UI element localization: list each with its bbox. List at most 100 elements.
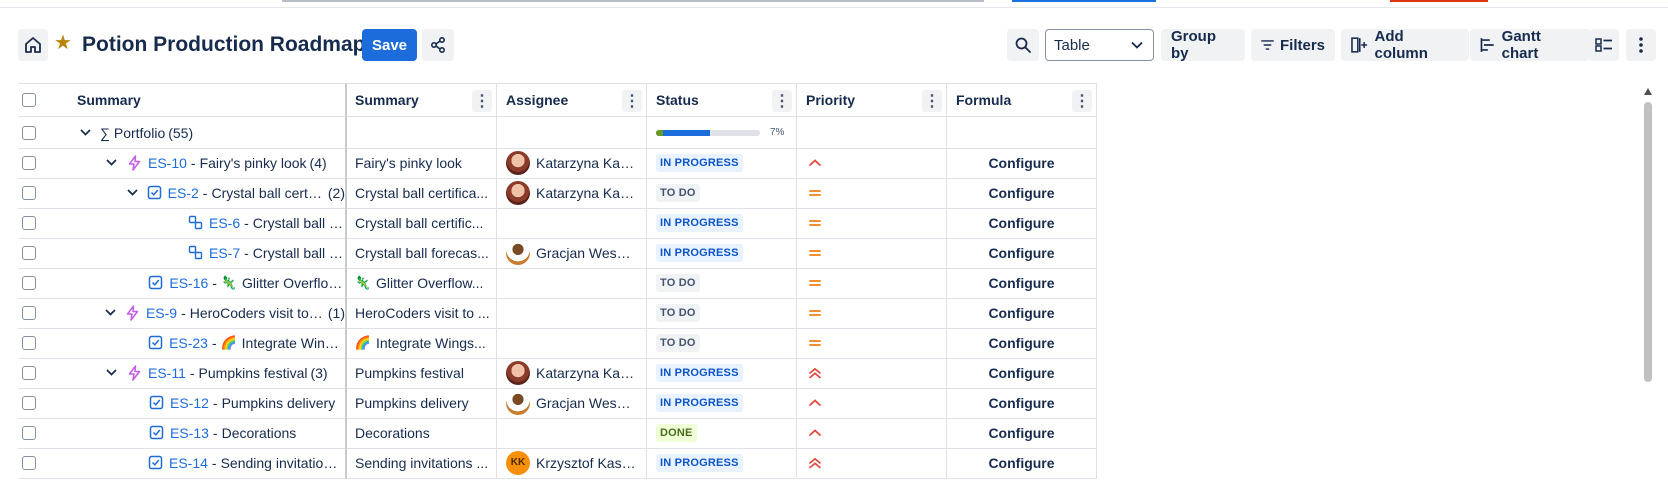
assignee-cell[interactable]: Gracjan Wesoł... [497,387,647,419]
table-row[interactable]: ES-16- 🦎 Glitter Overflow... 🦎 Glitter Overf… [18,267,1097,299]
table-row[interactable]: ES-14- Sending invitations ... Sending inv… [18,447,1097,479]
row-checkbox[interactable] [22,155,36,170]
assignee-cell[interactable]: Katarzyna Kars... [497,147,647,179]
filters-button[interactable]: Filters [1251,29,1335,61]
home-button[interactable] [18,29,48,61]
assignee-cell[interactable] [497,297,647,329]
summary-cell[interactable]: Sending invitations ... [347,447,497,479]
summary-cell[interactable]: Fairy's pinky look [347,147,497,179]
issue-title[interactable]: Crystal ball certific... [211,185,324,201]
table-row[interactable]: ES-7-Crystall ball forec...Crystall ball… [18,237,1097,269]
scroll-up-icon[interactable] [1644,88,1652,95]
row-checkbox[interactable] [22,395,36,410]
row-checkbox[interactable] [22,245,36,260]
status-cell[interactable]: IN PROGRESS [647,237,797,269]
issue-title[interactable]: Fairy's pinky look [200,155,307,171]
chevron-down-icon[interactable] [104,159,118,166]
status-cell[interactable]: TO DO [647,327,797,359]
priority-cell[interactable] [797,297,947,329]
issue-key-link[interactable]: ES-11 [148,365,186,381]
issue-key-link[interactable]: ES-23 [169,335,208,351]
issue-key-link[interactable]: ES-2 [168,185,199,201]
priority-cell[interactable] [797,417,947,449]
issue-title[interactable]: HeroCoders visit to th... [190,305,325,321]
portfolio-row[interactable]: ∑ Portfolio (55) 7% [18,117,1097,149]
column-header-priority[interactable]: Priority ⋮ [797,83,947,117]
configure-link[interactable]: Configure [988,245,1054,261]
table-row[interactable]: ES-13- Decorations Decorations DONE Configur… [18,417,1097,449]
status-cell[interactable]: IN PROGRESS [647,147,797,179]
configure-link[interactable]: Configure [988,305,1054,321]
group-by-button[interactable]: Group by [1161,28,1245,62]
status-cell[interactable]: TO DO [647,297,797,329]
table-row[interactable]: ES-9- HeroCoders visit to th... (1) HeroCod… [18,297,1097,329]
priority-cell[interactable] [797,357,947,389]
assignee-cell[interactable] [497,267,647,299]
chevron-down-icon[interactable] [104,309,117,316]
issue-title[interactable]: Integrate Wings... [242,335,345,351]
column-menu-icon[interactable]: ⋮ [1072,90,1092,112]
issue-key-link[interactable]: ES-7 [209,245,240,261]
summary-cell[interactable]: HeroCoders visit to ... [347,297,497,329]
issue-key-link[interactable]: ES-6 [209,215,240,231]
chevron-down-icon[interactable] [126,189,139,196]
chevron-down-icon[interactable] [104,369,118,376]
issue-title[interactable]: Crystall ball certif... [253,215,345,231]
share-button[interactable] [422,29,454,61]
column-menu-icon[interactable]: ⋮ [472,90,492,112]
row-checkbox[interactable] [22,455,36,470]
priority-cell[interactable] [797,387,947,419]
view-settings-button[interactable] [1589,29,1619,61]
column-header-assignee[interactable]: Assignee ⋮ [497,83,647,117]
formula-cell[interactable]: Configure [947,147,1097,179]
table-row[interactable]: ES-11- Pumpkins festival (3) Pumpkins festi… [18,357,1097,389]
column-header-summary[interactable]: Summary [40,83,347,117]
assignee-cell[interactable] [497,417,647,449]
save-button[interactable]: Save [362,29,417,61]
issue-key-link[interactable]: ES-14 [169,455,208,471]
assignee-cell[interactable]: Katarzyna Kars... [497,357,647,389]
select-all-checkbox[interactable] [22,93,36,107]
configure-link[interactable]: Configure [988,425,1054,441]
issue-title[interactable]: Pumpkins festival [199,365,308,381]
priority-cell[interactable] [797,237,947,269]
issue-title[interactable]: Crystall ball forec... [253,245,345,261]
configure-link[interactable]: Configure [988,155,1054,171]
configure-link[interactable]: Configure [988,365,1054,381]
table-row[interactable]: ES-6-Crystall ball certif...Crystall bal… [18,207,1097,239]
assignee-cell[interactable] [497,327,647,359]
summary-cell[interactable]: Decorations [347,417,497,449]
summary-cell[interactable]: 🦎 Glitter Overflow... [347,267,497,299]
issue-title[interactable]: Pumpkins delivery [222,395,336,411]
row-checkbox[interactable] [22,335,36,350]
status-cell[interactable]: IN PROGRESS [647,357,797,389]
row-checkbox[interactable] [22,185,36,200]
column-menu-icon[interactable]: ⋮ [922,90,942,112]
configure-link[interactable]: Configure [988,335,1054,351]
view-select[interactable]: Table [1045,29,1154,61]
configure-link[interactable]: Configure [988,395,1054,411]
assignee-cell[interactable]: KK Krzysztof Kasp... [497,447,647,479]
column-header-formula[interactable]: Formula ⋮ [947,83,1097,117]
issue-title[interactable]: Sending invitations ... [221,455,345,471]
summary-cell[interactable]: Crystall ball certific... [347,207,497,239]
issue-key-link[interactable]: ES-13 [170,425,209,441]
chevron-down-icon[interactable] [78,129,92,136]
formula-cell[interactable]: Configure [947,177,1097,209]
table-row[interactable]: ES-2- Crystal ball certific... (2) Crystal … [18,177,1097,209]
star-icon[interactable]: ★ [54,32,74,54]
priority-cell[interactable] [797,327,947,359]
row-checkbox[interactable] [22,305,36,320]
table-row[interactable]: ES-23- 🌈 Integrate Wings... 🌈 Integrate Wing… [18,327,1097,359]
priority-cell[interactable] [797,147,947,179]
formula-cell[interactable]: Configure [947,357,1097,389]
configure-link[interactable]: Configure [988,455,1054,471]
summary-cell[interactable]: Crystall ball forecas... [347,237,497,269]
issue-key-link[interactable]: ES-12 [170,395,209,411]
formula-cell[interactable]: Configure [947,387,1097,419]
vertical-scrollbar[interactable] [1643,88,1653,502]
assignee-cell[interactable]: Katarzyna Kars... [497,177,647,209]
table-row[interactable]: ES-10- Fairy's pinky look (4) Fairy's pinky… [18,147,1097,179]
issue-key-link[interactable]: ES-10 [148,155,187,171]
status-cell[interactable]: IN PROGRESS [647,207,797,239]
